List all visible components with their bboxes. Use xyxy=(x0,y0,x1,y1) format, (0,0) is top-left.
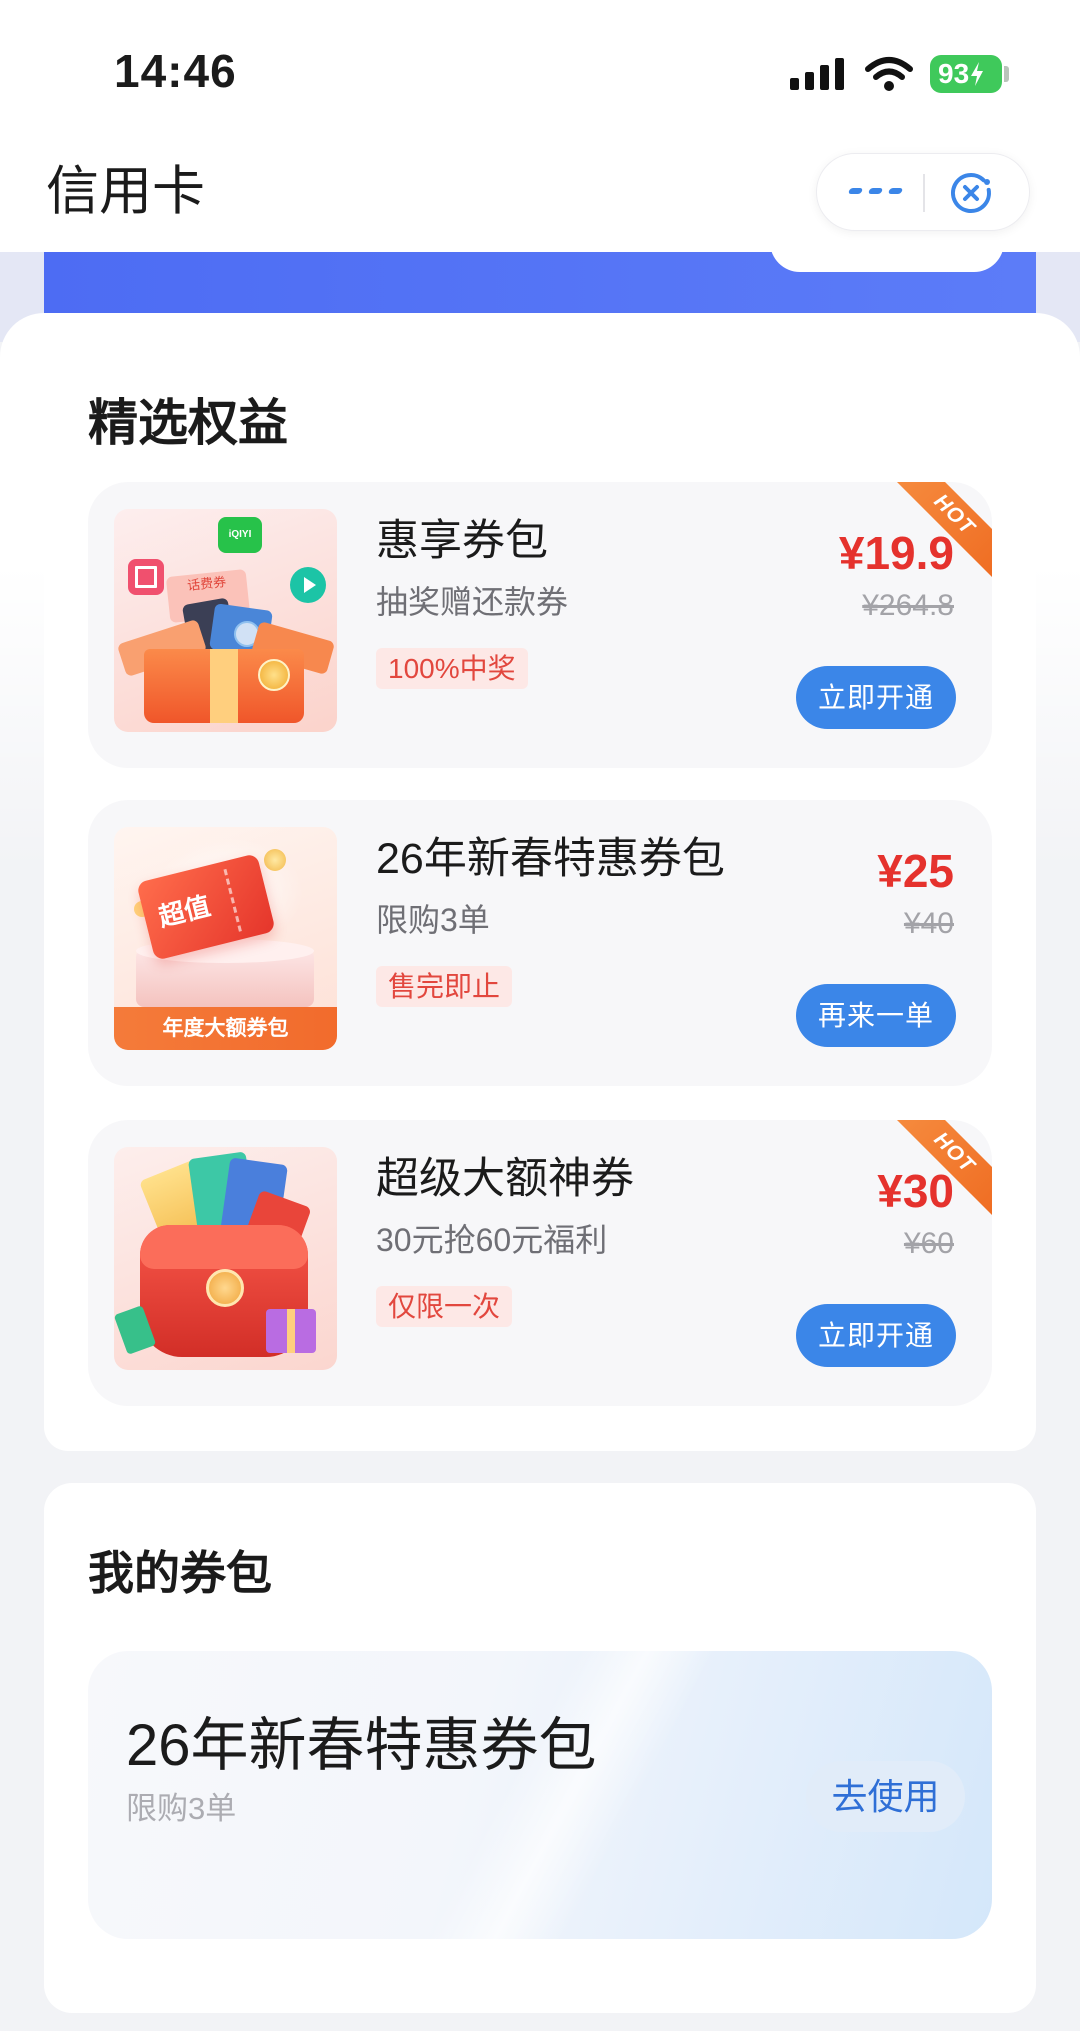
page-title: 信用卡 xyxy=(46,162,205,221)
gift-icon xyxy=(266,1309,316,1353)
phone-bill-coupon-label: 话费券 xyxy=(186,574,227,594)
wallet-flap xyxy=(140,1225,308,1269)
benefit-title: 26年新春特惠券包 xyxy=(376,835,725,883)
wallet-clasp xyxy=(206,1269,244,1307)
benefit-title: 惠享券包 xyxy=(376,517,548,565)
price: ¥25 xyxy=(877,845,954,897)
signal-icon xyxy=(790,58,844,90)
highlight-graphic xyxy=(416,1651,720,1939)
use-button[interactable]: 去使用 xyxy=(806,1761,965,1832)
status-bar: 14:46 93 xyxy=(0,0,1080,130)
more-icon[interactable] xyxy=(847,188,905,198)
benefit-item[interactable]: 超级大额神券 30元抢60元福利 仅限一次 ¥30 ¥60 立即开通 HOT xyxy=(88,1120,992,1406)
ticket-label: 超值 xyxy=(155,890,214,933)
coupon-subtitle: 限购3单 xyxy=(126,1791,237,1826)
capsule-divider xyxy=(923,174,925,212)
benefit-subtitle: 30元抢60元福利 xyxy=(376,1222,608,1258)
wifi-icon xyxy=(865,57,913,91)
benefit-tag: 100%中奖 xyxy=(376,648,528,689)
mini-program-capsule xyxy=(816,153,1030,231)
benefit-subtitle: 抽奖赠还款券 xyxy=(376,584,569,620)
price: ¥19.9 xyxy=(838,527,954,579)
benefit-tag: 售完即止 xyxy=(376,966,513,1007)
benefit-title: 超级大额神券 xyxy=(376,1155,634,1203)
coupon-title: 26年新春特惠券包 xyxy=(126,1713,597,1778)
activate-button[interactable]: 立即开通 xyxy=(796,666,956,729)
original-price: ¥60 xyxy=(903,1227,954,1260)
benefit-item[interactable]: iQIYI 话费券 惠享券包 抽奖赠还款券 100%中奖 ¥19.9 ¥264.… xyxy=(88,482,992,768)
app-header: 信用卡 xyxy=(0,130,1080,254)
benefit-item[interactable]: 超值 年度大额券包 26年新春特惠券包 限购3单 售完即止 ¥25 ¥40 再来… xyxy=(88,800,992,1086)
original-price: ¥264.8 xyxy=(862,589,954,622)
charging-bolt-icon xyxy=(971,62,984,86)
original-price: ¥40 xyxy=(903,907,954,940)
annual-coupon-illustration: 超值 年度大额券包 xyxy=(114,827,337,1050)
price: ¥30 xyxy=(877,1165,954,1217)
close-icon[interactable] xyxy=(947,169,995,217)
my-coupons-card: 我的券包 26年新春特惠券包 限购3单 去使用 xyxy=(44,1483,1036,2013)
section-title: 我的券包 xyxy=(88,1547,272,1599)
coin-icon xyxy=(258,659,290,691)
activate-button[interactable]: 立即开通 xyxy=(796,1304,956,1367)
gift-ribbon xyxy=(210,649,238,723)
battery-charging-icon: 93 xyxy=(930,55,1002,93)
owned-coupon-item[interactable]: 26年新春特惠券包 限购3单 去使用 xyxy=(88,1651,992,1939)
gold-coin-icon xyxy=(264,849,286,871)
iqiyi-logo-text: iQIYI xyxy=(228,529,252,540)
banner-pill xyxy=(770,240,1004,272)
video-app-logo-icon xyxy=(128,559,164,595)
buy-again-button[interactable]: 再来一单 xyxy=(796,984,956,1047)
play-icon xyxy=(290,567,326,603)
wallet-coupon-illustration xyxy=(114,1147,337,1370)
battery-level: 93 xyxy=(938,58,970,89)
illustration-caption: 年度大额券包 xyxy=(114,1007,337,1050)
featured-benefits-card: 精选权益 iQIYI 话费券 惠享券包 抽奖赠还款券 100%中奖 ¥19.9 … xyxy=(44,313,1036,1451)
battery-tip xyxy=(1004,66,1009,82)
clock: 14:46 xyxy=(114,45,237,97)
benefit-tag: 仅限一次 xyxy=(376,1286,513,1327)
benefit-subtitle: 限购3单 xyxy=(376,902,490,938)
coupon-pack-illustration: iQIYI 话费券 xyxy=(114,509,337,732)
section-title: 精选权益 xyxy=(88,395,288,451)
iqiyi-logo: iQIYI xyxy=(218,517,262,553)
